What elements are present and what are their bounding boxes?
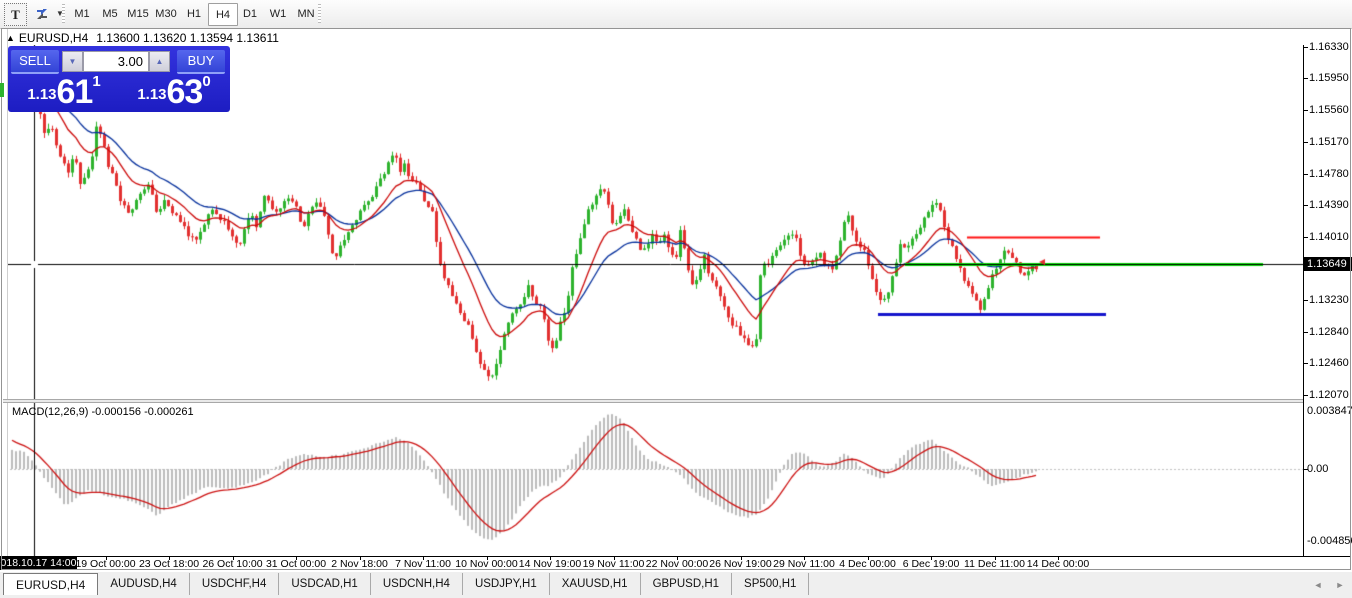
- price-tick-label: 1.15950: [1309, 72, 1349, 84]
- timeframe-button-h1[interactable]: H1: [180, 3, 208, 24]
- bid-price-pip: 1: [92, 74, 100, 89]
- time-label: 29 Nov 11:00: [773, 558, 835, 570]
- cursor-arrows-icon[interactable]: [31, 3, 53, 24]
- time-label: 14 Dec 00:00: [1027, 558, 1089, 570]
- bid-price[interactable]: 1.13 61 1: [10, 72, 118, 110]
- toolbar: T ▼ M1M5M15M30H1H4D1W1MN: [0, 0, 1352, 29]
- price-tick-label: 1.15560: [1309, 104, 1349, 116]
- bid-price-main: 61: [57, 74, 93, 110]
- arrows-icon: [34, 6, 50, 22]
- toolbar-grip-2[interactable]: [318, 4, 322, 23]
- chart-tab-xauusd-h1[interactable]: XAUUSD,H1: [550, 573, 641, 595]
- chart-tab-usdjpy-h1[interactable]: USDJPY,H1: [463, 573, 550, 595]
- mt4-terminal: T ▼ M1M5M15M30H1H4D1W1MN ▲EURUSD,H41.136…: [0, 0, 1352, 598]
- time-label: 23 Oct 18:00: [139, 558, 199, 570]
- pane-splitter[interactable]: [3, 399, 1303, 403]
- stray-candle-artifact: [0, 83, 4, 97]
- time-label: 26 Oct 10:00: [202, 558, 262, 570]
- price-tick-label: 1.12840: [1309, 326, 1349, 338]
- panel-collapse-arrow[interactable]: ▲: [6, 33, 15, 43]
- price-tick-mark: [1303, 78, 1308, 79]
- timeframe-button-m15[interactable]: M15: [124, 3, 152, 24]
- price-tick-mark: [1303, 142, 1308, 143]
- chart-tab-usdcad-h1[interactable]: USDCAD,H1: [279, 573, 370, 595]
- chart-tab-gbpusd-h1[interactable]: GBPUSD,H1: [641, 573, 732, 595]
- macd-axis-label-bottom: -0.004856: [1307, 535, 1352, 547]
- sell-button[interactable]: SELL: [11, 50, 59, 74]
- price-tick-mark: [1303, 110, 1308, 111]
- bid-price-prefix: 1.13: [27, 80, 56, 110]
- price-tick-mark: [1303, 395, 1308, 396]
- ask-price-main: 63: [167, 74, 203, 110]
- timeframe-button-m1[interactable]: M1: [68, 3, 96, 24]
- chart-tab-bar: EURUSD,H4AUDUSD,H4USDCHF,H4USDCAD,H1USDC…: [0, 571, 1352, 598]
- time-label: 31 Oct 00:00: [266, 558, 326, 570]
- ask-price[interactable]: 1.13 63 0: [120, 72, 228, 110]
- time-label: 2 Nov 18:00: [331, 558, 388, 570]
- price-tick-mark: [1303, 363, 1308, 364]
- chart-symbol: EURUSD,H4: [19, 31, 88, 45]
- macd-axis-label-zero: 0.00: [1307, 463, 1328, 475]
- chart-tab-usdchf-h4[interactable]: USDCHF,H4: [190, 573, 280, 595]
- price-tick-label: 1.14010: [1309, 231, 1349, 243]
- price-axis-border: [1303, 45, 1304, 557]
- price-tick-label: 1.15170: [1309, 136, 1349, 148]
- price-tick-label: 1.16330: [1309, 41, 1349, 53]
- ask-price-pip: 0: [202, 74, 210, 89]
- chart-tab-sp500-h1[interactable]: SP500,H1: [732, 573, 809, 595]
- time-label: 26 Nov 19:00: [709, 558, 771, 570]
- chart-ohlc-quotes: 1.13600 1.13620 1.13594 1.13611: [96, 31, 279, 45]
- price-tick-label: 1.13230: [1309, 294, 1349, 306]
- one-click-trading-panel: SELL ▼ 3.00 ▲ BUY 1.13 61 1 1.13 63 0: [8, 46, 230, 112]
- time-label: 22 Nov 00:00: [646, 558, 708, 570]
- macd-indicator-canvas[interactable]: [8, 403, 1303, 556]
- ask-price-prefix: 1.13: [137, 80, 166, 110]
- time-label: 10 Nov 00:00: [455, 558, 517, 570]
- chart-tab-eurusd-h4[interactable]: EURUSD,H4: [3, 573, 98, 595]
- chart-tabs: EURUSD,H4AUDUSD,H4USDCHF,H4USDCAD,H1USDC…: [3, 573, 809, 595]
- macd-indicator-label: MACD(12,26,9) -0.000156 -0.000261: [12, 406, 194, 418]
- tab-scroll-left-icon[interactable]: ◄: [1312, 579, 1324, 591]
- volume-decrease-button[interactable]: ▼: [62, 51, 83, 72]
- timeframe-button-w1[interactable]: W1: [264, 3, 292, 24]
- time-label: 14 Nov 19:00: [519, 558, 581, 570]
- time-label: 7 Nov 11:00: [395, 558, 451, 570]
- price-tick-label: 1.12460: [1309, 357, 1349, 369]
- chart-title: ▲ EURUSD,H4 1.13600 1.13620 1.13594 1.1361…: [6, 31, 279, 44]
- crosshair-price-box: 1.13649: [1304, 257, 1352, 271]
- crosshair-time-box: 018.10.17 14:00: [0, 556, 77, 570]
- chart-tab-audusd-h4[interactable]: AUDUSD,H4: [98, 573, 189, 595]
- price-tick-mark: [1303, 47, 1308, 48]
- price-tick-label: 1.12070: [1309, 389, 1349, 401]
- buy-button[interactable]: BUY: [177, 50, 225, 74]
- price-tick-label: 1.14780: [1309, 168, 1349, 180]
- price-tick-mark: [1303, 300, 1308, 301]
- price-tick-mark: [1303, 237, 1308, 238]
- chart-tab-usdcnh-h4[interactable]: USDCNH,H4: [371, 573, 463, 595]
- timeframe-button-m5[interactable]: M5: [96, 3, 124, 24]
- tab-scroll-right-icon[interactable]: ►: [1334, 579, 1346, 591]
- price-tick-label: 1.14390: [1309, 199, 1349, 211]
- time-label: 19 Oct 00:00: [75, 558, 135, 570]
- macd-zero-tick-mark: [1303, 469, 1308, 470]
- price-tick-mark: [1303, 332, 1308, 333]
- timeframe-button-d1[interactable]: D1: [236, 3, 264, 24]
- macd-axis-label-top: 0.003847: [1307, 405, 1352, 417]
- time-label: 4 Dec 00:00: [839, 558, 896, 570]
- time-label: 11 Dec 11:00: [964, 558, 1025, 570]
- toolbar-grip[interactable]: [62, 4, 66, 23]
- text-tool-button[interactable]: T: [4, 3, 27, 26]
- time-label: 6 Dec 19:00: [903, 558, 960, 570]
- volume-input[interactable]: 3.00: [83, 51, 149, 72]
- price-tick-mark: [1303, 174, 1308, 175]
- timeframe-button-mn[interactable]: MN: [292, 3, 320, 24]
- price-tick-mark: [1303, 205, 1308, 206]
- timeframe-button-m30[interactable]: M30: [152, 3, 180, 24]
- timeframe-button-h4[interactable]: H4: [208, 3, 238, 26]
- volume-increase-button[interactable]: ▲: [149, 51, 170, 72]
- time-label: 19 Nov 11:00: [583, 558, 645, 570]
